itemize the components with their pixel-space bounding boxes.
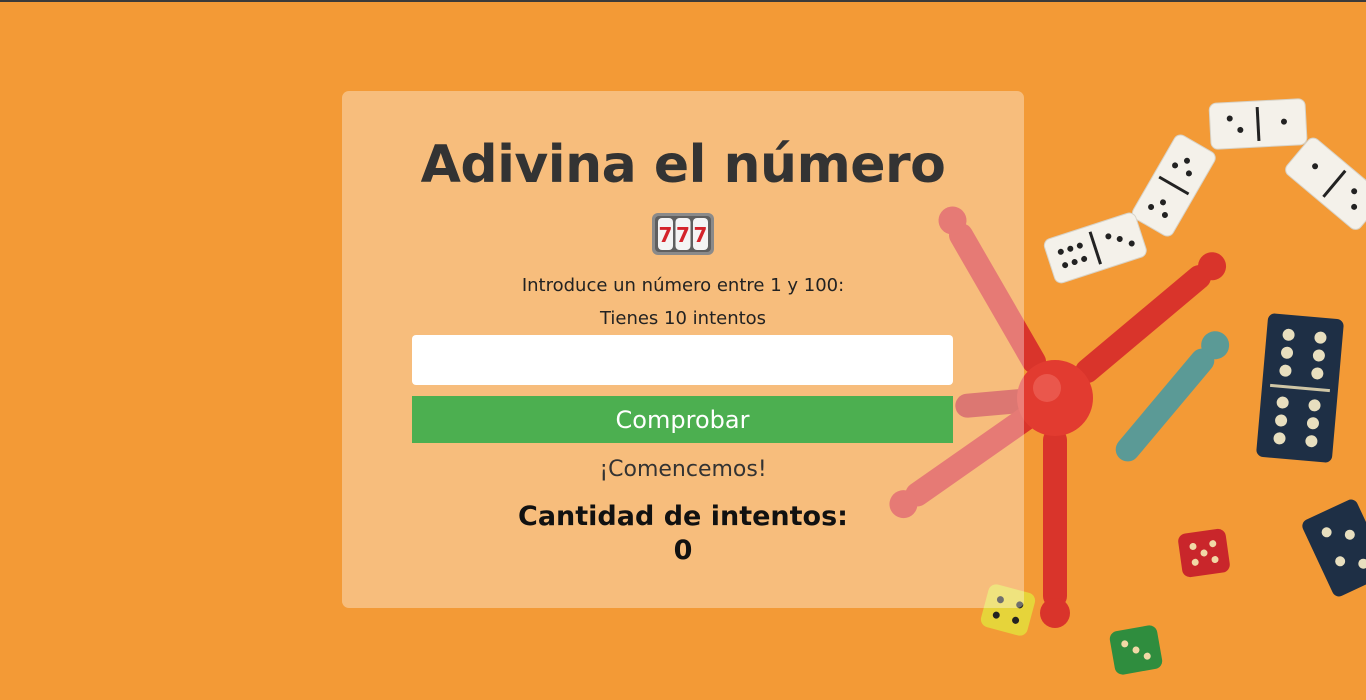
dark-dominoes-icon (1256, 313, 1366, 597)
attempts-counter-value: 0 (673, 535, 693, 566)
instruction-text: Introduce un número entre 1 y 100: (521, 275, 845, 296)
page-title: Adivina el número (420, 135, 946, 195)
slot-machine-777-icon: 7 7 7 (652, 213, 714, 255)
svg-text:7: 7 (659, 223, 673, 247)
svg-text:7: 7 (676, 223, 690, 247)
game-card: Adivina el número 7 7 7 Introduce un núm… (342, 91, 1024, 608)
status-message: ¡Comencemos! (599, 457, 767, 482)
svg-text:7: 7 (694, 223, 708, 247)
guess-input[interactable] (412, 335, 953, 385)
check-button[interactable]: Comprobar (412, 396, 953, 443)
attempts-counter-label: Cantidad de intentos: (518, 501, 848, 532)
attempts-info-text: Tienes 10 intentos (599, 308, 767, 329)
